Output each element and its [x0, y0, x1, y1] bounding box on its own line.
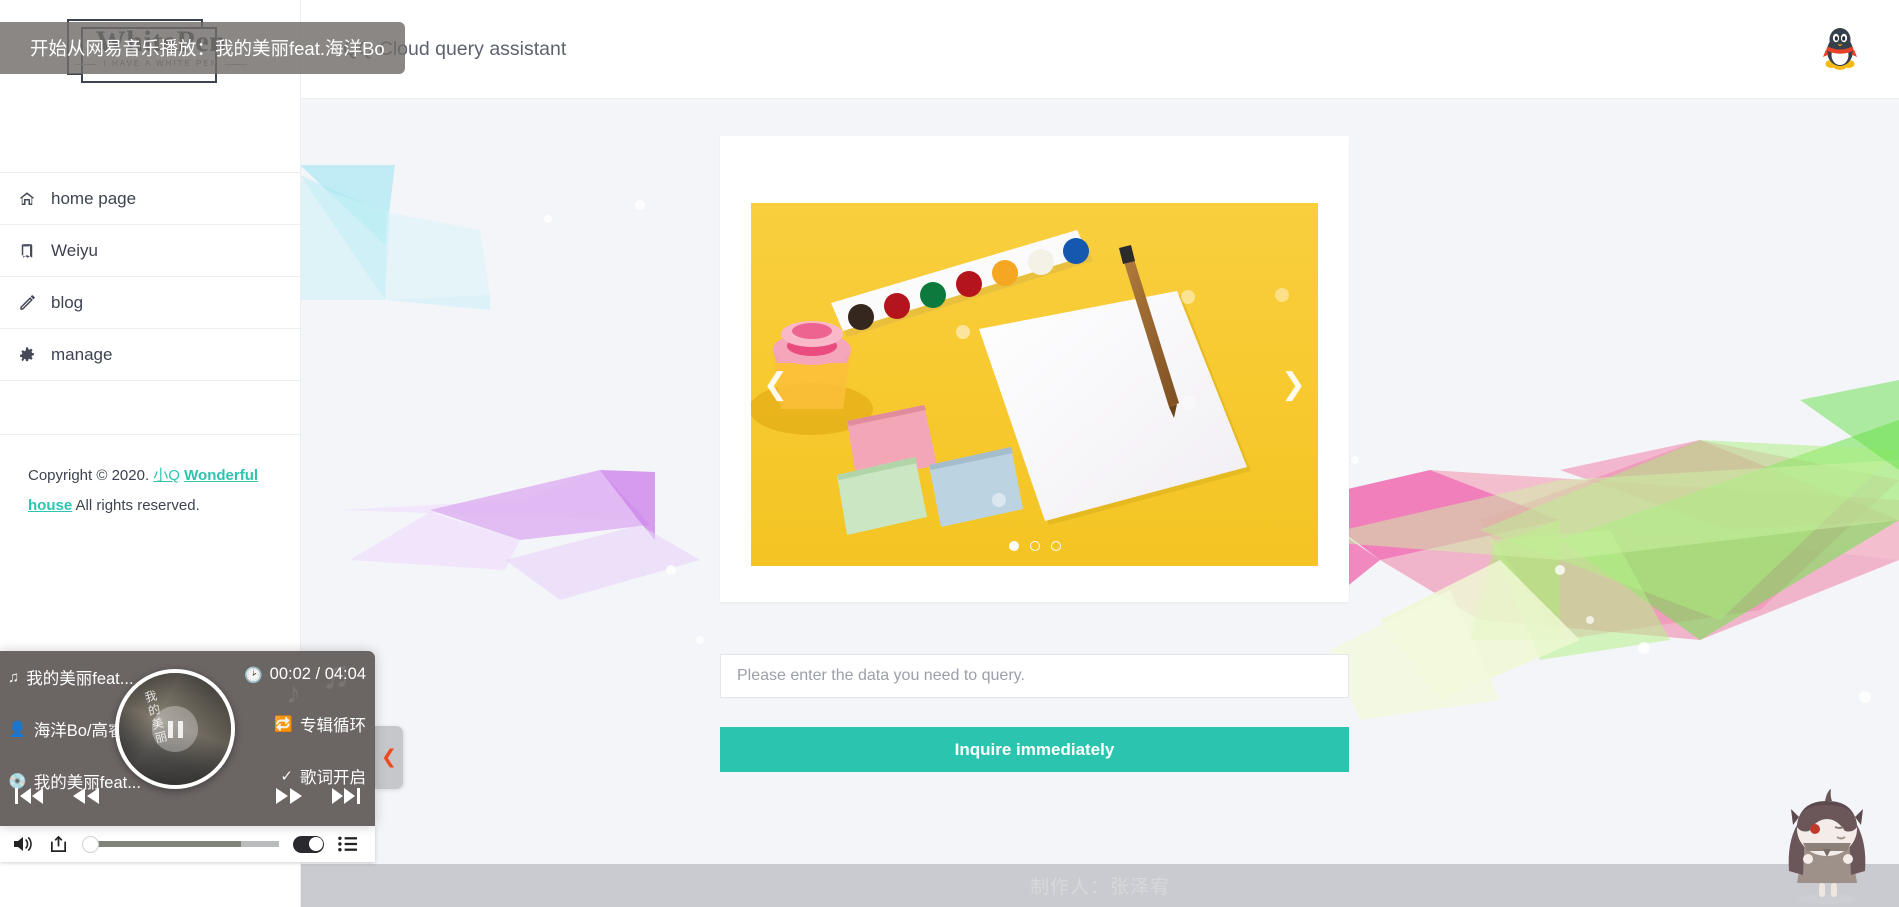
sidebar-item-home-page[interactable]: home page	[0, 173, 300, 225]
app-root: WhitePen I HAVE A WHITE PEN home page We…	[0, 0, 1899, 907]
carousel-card: ❮ ❯	[720, 136, 1349, 602]
carousel-dot[interactable]	[1029, 541, 1040, 551]
sidebar-item-label: manage	[51, 344, 113, 364]
share-icon[interactable]	[49, 835, 68, 854]
sidebar-item-label: Weiyu	[51, 240, 98, 260]
music-note-icon: ♫	[8, 668, 20, 686]
inquire-button[interactable]: Inquire immediately	[720, 727, 1349, 772]
fast-forward-icon[interactable]	[274, 785, 304, 807]
clock-icon: 🕑	[243, 666, 263, 684]
gear-icon	[18, 346, 44, 364]
player-loop-row[interactable]: 🔁 专辑循环	[274, 712, 366, 736]
skip-end-icon[interactable]	[331, 785, 361, 807]
rewind-icon[interactable]	[71, 785, 101, 807]
main-content: ❮ ❯ Inquire immediately	[301, 99, 1899, 907]
pause-icon	[152, 706, 198, 752]
toggle-switch-icon[interactable]	[293, 835, 324, 853]
query-section: Inquire immediately	[720, 654, 1349, 772]
player-time: 00:02 / 04:04	[269, 665, 366, 683]
volume-slider[interactable]	[82, 835, 279, 853]
carousel-prev-button[interactable]: ❮	[763, 369, 788, 400]
sidebar-item-weiyu[interactable]: Weiyu	[0, 225, 300, 277]
repeat-icon: 🔁	[274, 716, 293, 733]
qq-penguin-icon[interactable]	[1819, 26, 1861, 72]
copyright-prefix: Copyright © 2020.	[28, 467, 154, 484]
sidebar-nav-tail	[0, 381, 300, 435]
book-icon	[18, 242, 44, 260]
player-time-row: 🕑 00:02 / 04:04	[244, 665, 366, 684]
carousel-next-button[interactable]: ❯	[1281, 369, 1306, 400]
skip-start-icon[interactable]	[14, 785, 44, 807]
anime-mascot-widget[interactable]	[1763, 787, 1891, 907]
carousel-slide	[751, 203, 1318, 566]
image-carousel[interactable]: ❮ ❯	[751, 203, 1318, 566]
player-loop-mode: 专辑循环	[300, 717, 366, 735]
player-collapse-button[interactable]: ❮	[375, 726, 403, 789]
player-artist: 海洋Bo/高睿	[33, 722, 125, 740]
player-info-right: 🕑 00:02 / 04:04 🔁 专辑循环 ✓ 歌词开启	[216, 665, 366, 788]
volume-icon[interactable]	[13, 835, 35, 853]
pencil-icon	[18, 294, 44, 312]
sidebar-item-manage[interactable]: manage	[0, 329, 300, 381]
sidebar-item-label: blog	[51, 292, 84, 312]
chevron-left-icon: ❮	[381, 747, 397, 768]
page-footer-text: 制作人：张泽宥	[1029, 877, 1170, 898]
slider-knob[interactable]	[82, 835, 99, 853]
page-footer: 制作人：张泽宥	[301, 864, 1899, 907]
slider-fill	[91, 841, 241, 847]
music-player: ♫ ♪ ♪ ♫ 我的美丽feat... 👤 海洋Bo/高睿 💿 我的美丽feat…	[0, 651, 375, 862]
playlist-icon[interactable]	[338, 836, 357, 852]
carousel-dot[interactable]	[1050, 541, 1061, 551]
user-icon: 👤	[8, 721, 27, 738]
search-input[interactable]	[720, 654, 1349, 698]
sidebar-item-label: home page	[51, 188, 137, 208]
home-icon	[18, 190, 44, 208]
toast-notification: 开始从网易音乐播放：我的美丽feat.海洋Bo	[0, 22, 405, 74]
copyright-owner-link[interactable]: 小Q	[153, 467, 180, 484]
player-track-title: 我的美丽feat...	[26, 670, 134, 688]
sidebar-nav: home page Weiyu blog manage	[0, 172, 300, 435]
carousel-dot[interactable]	[1008, 541, 1019, 551]
player-bottom-bar	[0, 826, 375, 862]
page-header: QQ Cloud query assistant	[301, 0, 1899, 99]
copyright-suffix: All rights reserved.	[72, 497, 200, 514]
sidebar-item-blog[interactable]: blog	[0, 277, 300, 329]
carousel-indicators	[751, 541, 1318, 551]
player-body: ♫ ♪ ♪ ♫ 我的美丽feat... 👤 海洋Bo/高睿 💿 我的美丽feat…	[0, 651, 375, 826]
sidebar-copyright: Copyright © 2020. 小Q Wonderful house All…	[0, 435, 300, 521]
player-controls	[0, 775, 375, 817]
